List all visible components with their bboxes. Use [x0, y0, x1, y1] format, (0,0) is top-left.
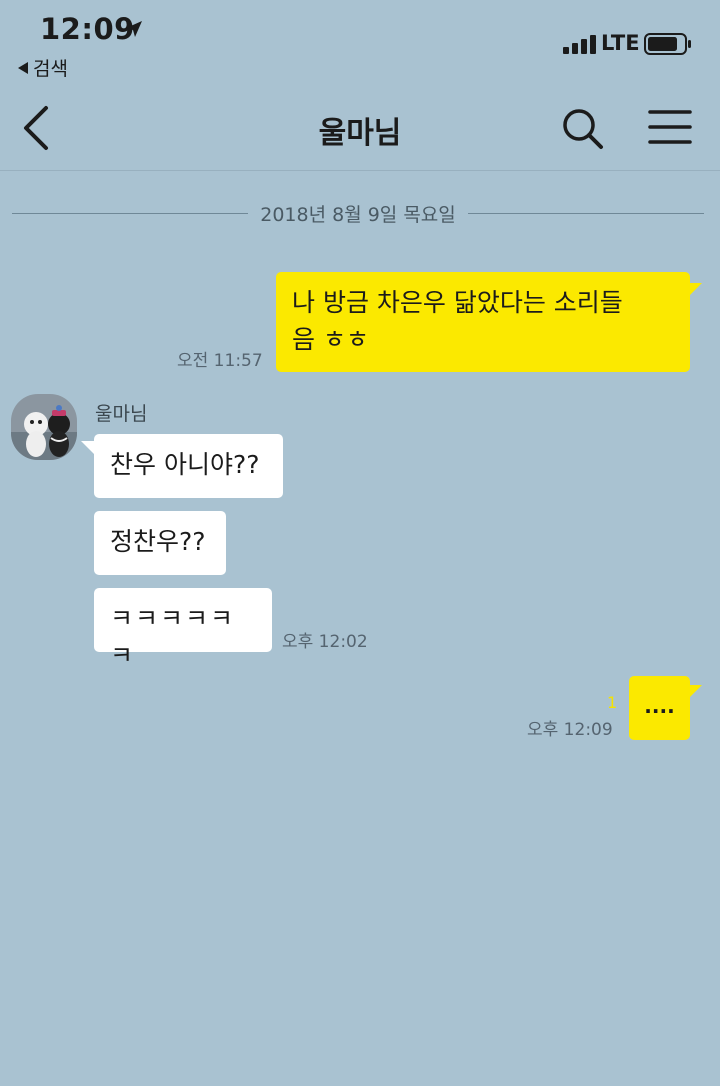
my-bubble-tail [688, 685, 702, 699]
their-bubble-tail [81, 441, 95, 455]
location-arrow-icon [126, 21, 142, 37]
my-bubble-tail [688, 283, 702, 297]
message-time: 오후 12:09 [527, 720, 613, 740]
divider-line-right [467, 212, 704, 214]
date-divider-text: 2018년 8월 9일 목요일 [260, 203, 456, 226]
back-app-label: 검색 [33, 58, 68, 80]
cellular-signal-icon [563, 35, 596, 54]
back-triangle-icon [18, 61, 28, 74]
chat-title: 울마님 [318, 116, 402, 151]
divider-line-left [12, 212, 249, 214]
avatar[interactable] [11, 394, 77, 460]
their-message-bubble[interactable]: 찬우 아니야?? [94, 434, 283, 498]
their-message-bubble[interactable]: 정찬우?? [94, 511, 226, 575]
search-icon[interactable] [560, 106, 604, 150]
avatar-image [11, 394, 77, 460]
network-type: LTE [601, 31, 640, 55]
battery-icon [644, 33, 691, 55]
menu-icon[interactable] [646, 106, 694, 148]
sender-name: 울마님 [95, 403, 148, 425]
their-message-bubble[interactable]: ㅋㅋㅋㅋㅋㅋ [94, 588, 272, 670]
message-time: 오후 12:02 [282, 632, 368, 652]
unread-count: 1 [607, 693, 618, 712]
status-bar: 12:09 검색 LTE [0, 0, 720, 88]
chat-header: 울마님 [0, 88, 720, 171]
my-message-bubble[interactable]: .... [629, 676, 690, 740]
my-message-bubble[interactable]: 나 방금 차은우 닮았다는 소리들 음 ㅎㅎ [276, 272, 690, 372]
date-divider: 2018년 8월 9일 목요일 [12, 198, 704, 228]
message-time: 오전 11:57 [177, 351, 263, 371]
back-to-app-link[interactable]: 검색 [18, 54, 68, 81]
status-time: 12:09 [40, 12, 135, 46]
